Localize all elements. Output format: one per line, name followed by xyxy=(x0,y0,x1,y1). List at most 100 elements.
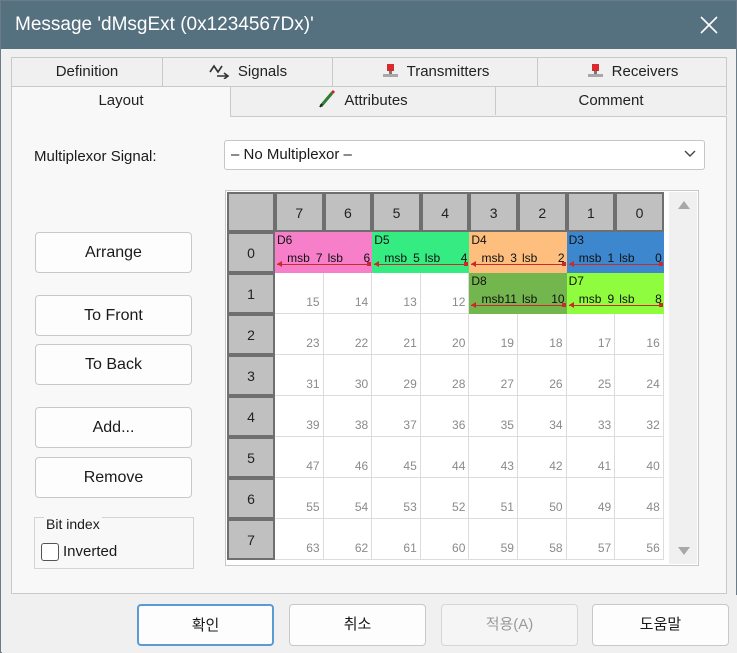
to-front-button[interactable]: To Front xyxy=(35,295,192,336)
help-button[interactable]: 도움말 xyxy=(592,604,729,646)
bit-cell[interactable]: 51 xyxy=(469,478,518,519)
bit-cell[interactable]: 57 xyxy=(566,519,616,560)
column-header: 7 xyxy=(275,192,324,232)
bit-cell[interactable]: 58 xyxy=(518,519,567,560)
bit-cell[interactable]: 63 xyxy=(275,519,324,560)
column-header-label: 2 xyxy=(538,205,547,221)
bit-cell[interactable]: 47 xyxy=(275,437,324,478)
tab-label: Attributes xyxy=(344,92,408,109)
arrange-button[interactable]: Arrange xyxy=(35,232,192,273)
bit-cell[interactable]: 39 xyxy=(275,396,324,437)
bit-cell[interactable]: 33 xyxy=(566,396,616,437)
bit-cell[interactable]: 15 xyxy=(275,273,324,314)
bit-cell[interactable]: 42 xyxy=(518,437,567,478)
bit-cell[interactable]: 56 xyxy=(615,519,664,560)
bit-cell[interactable]: 17 xyxy=(566,314,616,355)
column-header: 4 xyxy=(420,192,470,232)
remove-button[interactable]: Remove xyxy=(35,457,192,498)
signal-lsb-label: lsb xyxy=(521,250,538,265)
bit-number: 40 xyxy=(646,459,660,473)
bit-cell[interactable]: 25 xyxy=(566,355,616,396)
bit-index-group: Bit index Inverted xyxy=(34,516,194,569)
bit-cell[interactable]: 14 xyxy=(323,273,373,314)
bit-cell[interactable]: 60 xyxy=(420,519,470,560)
bit-cell[interactable]: 30 xyxy=(323,355,373,396)
to-back-button[interactable]: To Back xyxy=(35,344,192,385)
bit-cell[interactable]: 61 xyxy=(372,519,421,560)
bit-cell[interactable]: 53 xyxy=(372,478,421,519)
ok-button[interactable]: 확인 xyxy=(137,604,274,646)
signal-msb-bit: 3 xyxy=(510,250,517,265)
column-header-label: 7 xyxy=(295,205,304,221)
bit-cell[interactable]: 44 xyxy=(420,437,470,478)
signal-block[interactable]: D8 msb 11 lsb 10 xyxy=(469,273,567,314)
bit-cell[interactable]: 24 xyxy=(615,355,664,396)
bit-cell[interactable]: 35 xyxy=(469,396,518,437)
cancel-button[interactable]: 취소 xyxy=(289,604,426,646)
bit-cell[interactable]: 16 xyxy=(615,314,664,355)
tab-definition[interactable]: Definition xyxy=(11,57,163,86)
signal-block[interactable]: D3 msb 1 lsb 0 xyxy=(566,232,664,273)
bit-cell[interactable]: 52 xyxy=(420,478,470,519)
signal-block[interactable]: D7 msb 9 lsb 8 xyxy=(566,273,664,314)
bit-cell[interactable]: 26 xyxy=(518,355,567,396)
bit-cell[interactable]: 22 xyxy=(323,314,373,355)
bit-number: 26 xyxy=(549,377,563,391)
signal-block[interactable]: D5 msb 5 lsb 4 xyxy=(372,232,470,273)
bit-cell[interactable]: 49 xyxy=(566,478,616,519)
bit-cell[interactable]: 43 xyxy=(469,437,518,478)
bit-number: 41 xyxy=(597,459,612,473)
tab-transmitters[interactable]: Transmitters xyxy=(332,57,538,86)
signal-block[interactable]: D6 msb 7 lsb 6 xyxy=(275,232,373,273)
tab-layout[interactable]: Layout xyxy=(11,86,231,117)
bit-number: 50 xyxy=(549,500,563,514)
tab-comment[interactable]: Comment xyxy=(495,86,727,115)
bit-cell[interactable]: 13 xyxy=(372,273,421,314)
bit-cell[interactable]: 23 xyxy=(275,314,324,355)
bit-cell[interactable]: 18 xyxy=(518,314,567,355)
bit-cell[interactable]: 62 xyxy=(323,519,373,560)
bit-cell[interactable]: 40 xyxy=(615,437,664,478)
tab-signals[interactable]: Signals xyxy=(162,57,333,86)
bit-cell[interactable]: 19 xyxy=(469,314,518,355)
bit-cell[interactable]: 48 xyxy=(615,478,664,519)
bit-number: 53 xyxy=(403,500,417,514)
bit-cell[interactable]: 34 xyxy=(518,396,567,437)
signal-arrow-icon xyxy=(471,301,477,308)
scroll-down-icon[interactable] xyxy=(678,547,690,555)
bit-cell[interactable]: 59 xyxy=(469,519,518,560)
bit-cell[interactable]: 37 xyxy=(372,396,421,437)
bit-cell[interactable]: 36 xyxy=(420,396,470,437)
bit-cell[interactable]: 31 xyxy=(275,355,324,396)
bit-cell[interactable]: 46 xyxy=(323,437,373,478)
signal-name: D4 xyxy=(471,233,487,247)
bit-cell[interactable]: 27 xyxy=(469,355,518,396)
grid-scrollbar[interactable] xyxy=(669,192,697,564)
bit-cell[interactable]: 55 xyxy=(275,478,324,519)
signal-msb-bit: 1 xyxy=(607,250,615,265)
bit-cell[interactable]: 54 xyxy=(323,478,373,519)
bit-cell[interactable]: 28 xyxy=(420,355,470,396)
bit-cell[interactable]: 41 xyxy=(566,437,616,478)
close-button[interactable] xyxy=(691,7,727,43)
bit-cell[interactable]: 21 xyxy=(372,314,421,355)
signal-lsb-label: lsb xyxy=(521,291,538,306)
apply-button[interactable]: 적용(A) xyxy=(441,604,578,646)
bit-cell[interactable]: 38 xyxy=(323,396,373,437)
add-button[interactable]: Add... xyxy=(35,407,192,448)
bit-cell[interactable]: 32 xyxy=(615,396,664,437)
bit-number: 22 xyxy=(354,336,369,350)
bit-cell[interactable]: 12 xyxy=(420,273,470,314)
signal-block[interactable]: D4 msb 3 lsb 2 xyxy=(469,232,567,273)
tab-receivers[interactable]: Receivers xyxy=(537,57,727,86)
bit-cell[interactable]: 50 xyxy=(518,478,567,519)
signal-msb-label: msb xyxy=(384,250,407,265)
scroll-up-icon[interactable] xyxy=(678,201,690,209)
bit-cell[interactable]: 20 xyxy=(420,314,470,355)
tab-attributes[interactable]: Attributes xyxy=(230,86,496,115)
bit-cell[interactable]: 29 xyxy=(372,355,421,396)
bit-cell[interactable]: 45 xyxy=(372,437,421,478)
inverted-checkbox[interactable] xyxy=(41,543,59,561)
row-header-label: 5 xyxy=(247,450,255,466)
multiplexor-select[interactable]: – No Multiplexor – xyxy=(224,140,705,170)
